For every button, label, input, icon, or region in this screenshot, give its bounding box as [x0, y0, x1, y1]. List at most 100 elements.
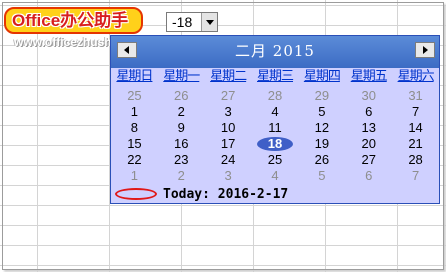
day-cell[interactable]: 1 — [111, 104, 158, 120]
selected-day-cell[interactable]: 18 — [252, 136, 299, 152]
day-number: 28 — [408, 152, 423, 167]
day-number: 17 — [220, 136, 236, 151]
calendar-footer: Today: 2016-2-17 — [111, 186, 439, 203]
day-cell[interactable]: 2 — [158, 168, 205, 184]
weekday-label: 星期日 — [116, 69, 153, 84]
day-number: 25 — [267, 152, 283, 167]
day-cell[interactable]: 24 — [205, 152, 252, 168]
weekday-label: 星期三 — [257, 69, 294, 84]
day-number: 3 — [224, 104, 232, 119]
day-number: 18 — [267, 136, 283, 151]
day-number: 4 — [271, 104, 279, 119]
day-cell[interactable]: 22 — [111, 152, 158, 168]
day-number: 21 — [408, 136, 423, 151]
weekday-label: 星期五 — [350, 69, 388, 84]
day-cell[interactable]: 28 — [392, 152, 439, 168]
day-cell[interactable]: 12 — [298, 120, 345, 136]
day-cell[interactable]: 30 — [345, 88, 392, 104]
date-picker-calendar[interactable]: 二月 2015 星期日 星期一 星期二 星期三 星期四 星期五 星期六 25 26 27 28 29… — [110, 35, 440, 204]
day-cell[interactable]: 4 — [252, 104, 299, 120]
calendar-header: 二月 2015 — [111, 36, 439, 68]
day-cell[interactable]: 21 — [392, 136, 439, 152]
day-cell[interactable]: 26 — [298, 152, 345, 168]
weekday-label: 星期一 — [163, 69, 200, 84]
day-cell[interactable]: 6 — [345, 168, 392, 184]
day-number: 14 — [408, 120, 423, 135]
day-cell[interactable]: 9 — [158, 120, 205, 136]
day-cell[interactable]: 16 — [158, 136, 205, 152]
day-number: 6 — [365, 104, 373, 119]
cell-dropdown[interactable]: -18 — [166, 12, 218, 32]
day-number: 5 — [318, 168, 326, 183]
cell-dropdown-value: -18 — [172, 14, 193, 30]
day-number: 6 — [365, 168, 373, 183]
day-cell[interactable]: 11 — [252, 120, 299, 136]
dropdown-arrow-icon[interactable] — [201, 13, 217, 31]
day-cell[interactable]: 15 — [111, 136, 158, 152]
day-cell[interactable]: 2 — [158, 104, 205, 120]
day-number: 27 — [361, 152, 376, 167]
weekday-header-row: 星期日 星期一 星期二 星期三 星期四 星期五 星期六 — [111, 68, 439, 86]
day-cell[interactable]: 1 — [111, 168, 158, 184]
day-number: 1 — [130, 168, 139, 183]
day-number: 31 — [408, 88, 423, 103]
day-number: 23 — [174, 152, 189, 167]
day-cell[interactable]: 31 — [392, 88, 439, 104]
day-number: 26 — [314, 152, 330, 167]
today-link[interactable]: Today: 2016-2-17 — [163, 186, 288, 203]
day-cell[interactable]: 20 — [345, 136, 392, 152]
day-cell[interactable]: 3 — [205, 104, 252, 120]
prev-month-icon[interactable] — [117, 42, 137, 58]
annotation-circle — [115, 188, 157, 200]
day-cell[interactable]: 13 — [345, 120, 392, 136]
day-cell[interactable]: 5 — [298, 104, 345, 120]
day-cell[interactable]: 4 — [252, 168, 299, 184]
day-cell[interactable]: 25 — [111, 88, 158, 104]
day-cell[interactable]: 3 — [205, 168, 252, 184]
day-cell[interactable]: 29 — [298, 88, 345, 104]
day-cell[interactable]: 5 — [298, 168, 345, 184]
day-number: 7 — [411, 104, 420, 119]
day-number: 8 — [130, 120, 139, 135]
day-number: 3 — [224, 168, 232, 183]
day-number: 16 — [174, 136, 189, 151]
day-cell[interactable]: 23 — [158, 152, 205, 168]
day-number: 15 — [127, 136, 142, 151]
calendar-day-grid: 25 26 27 28 29 30 31 1 2 3 4 5 6 7 8 9 10 11 12 13 14 15 16 17 1… — [111, 88, 439, 184]
day-cell[interactable]: 27 — [205, 88, 252, 104]
day-number: 7 — [411, 168, 420, 183]
day-number: 4 — [271, 168, 279, 183]
day-cell[interactable]: 28 — [252, 88, 299, 104]
watermark-title: Office办公助手 — [12, 11, 129, 30]
day-number: 25 — [127, 88, 142, 103]
month-title: 二月 2015 — [235, 42, 315, 60]
next-month-icon[interactable] — [415, 42, 435, 58]
day-cell[interactable]: 8 — [111, 120, 158, 136]
day-number: 11 — [268, 120, 282, 135]
day-number: 27 — [220, 88, 236, 103]
day-cell[interactable]: 25 — [252, 152, 299, 168]
day-number: 29 — [314, 88, 330, 103]
day-number: 26 — [174, 88, 189, 103]
day-number: 24 — [220, 152, 236, 167]
day-cell[interactable]: 26 — [158, 88, 205, 104]
day-cell[interactable]: 27 — [345, 152, 392, 168]
day-number: 12 — [314, 120, 330, 135]
day-number: 10 — [220, 120, 236, 135]
weekday-label: 星期四 — [303, 69, 341, 84]
day-number: 19 — [314, 136, 330, 151]
day-cell[interactable]: 7 — [392, 104, 439, 120]
day-number: 2 — [177, 168, 185, 183]
day-number: 2 — [177, 104, 185, 119]
day-cell[interactable]: 19 — [298, 136, 345, 152]
day-cell[interactable]: 6 — [345, 104, 392, 120]
day-number: 22 — [127, 152, 142, 167]
day-cell[interactable]: 14 — [392, 120, 439, 136]
day-cell[interactable]: 10 — [205, 120, 252, 136]
day-cell[interactable]: 17 — [205, 136, 252, 152]
day-cell[interactable]: 7 — [392, 168, 439, 184]
day-number: 20 — [361, 136, 376, 151]
weekday-label: 星期六 — [397, 69, 435, 84]
day-number: 5 — [318, 104, 326, 119]
day-number: 9 — [177, 120, 185, 135]
